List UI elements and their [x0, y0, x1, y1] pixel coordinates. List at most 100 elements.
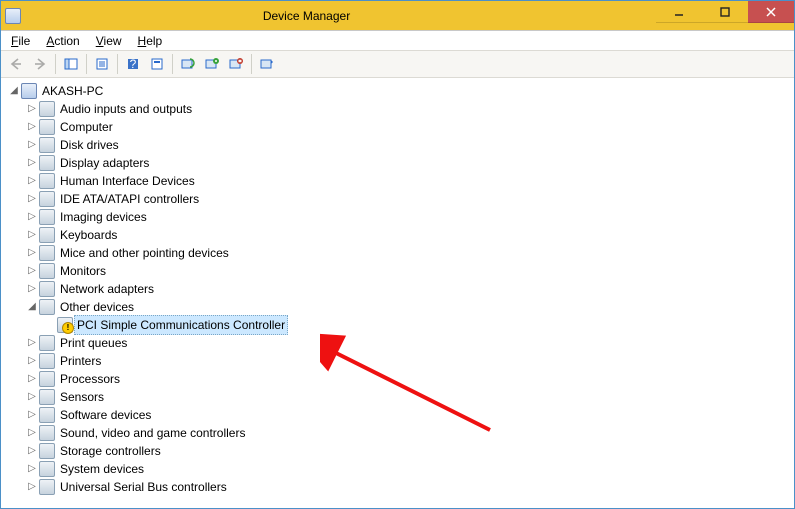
tree-category[interactable]: ▷ Disk drives [3, 136, 792, 154]
tree-category[interactable]: ▷ Audio inputs and outputs [3, 100, 792, 118]
nav-back-button[interactable] [5, 53, 27, 75]
expand-arrow-icon[interactable]: ▷ [25, 352, 39, 370]
tree-category[interactable]: ▷Keyboards [3, 226, 792, 244]
expand-arrow-icon[interactable]: ▷ [25, 136, 39, 154]
properties-alt-button[interactable] [146, 53, 168, 75]
computer-icon [21, 83, 37, 99]
expand-arrow-icon[interactable]: ▷ [25, 424, 39, 442]
tree-category[interactable]: ▷Universal Serial Bus controllers [3, 478, 792, 496]
expand-arrow-icon[interactable]: ▷ [25, 406, 39, 424]
category-icon [39, 281, 55, 297]
category-icon [39, 335, 55, 351]
tree-category[interactable]: ▷ Storage controllers [3, 442, 792, 460]
expand-arrow-icon[interactable]: ▷ [25, 118, 39, 136]
tree-category[interactable]: ▷ Print queues [3, 334, 792, 352]
toolbar-separator [251, 54, 252, 74]
collapse-arrow-icon[interactable]: ◢ [7, 82, 21, 100]
close-button[interactable] [748, 1, 794, 23]
tree-category[interactable]: ▷ Monitors [3, 262, 792, 280]
category-label: Storage controllers [59, 442, 162, 460]
category-label: Audio inputs and outputs [59, 100, 193, 118]
category-label: Processors [59, 370, 121, 388]
tree-category[interactable]: ▷Sound, video and game controllers [3, 424, 792, 442]
category-label: Imaging devices [59, 208, 148, 226]
category-icon [39, 263, 55, 279]
tree-category[interactable]: ▷Sensors [3, 388, 792, 406]
nav-forward-button[interactable] [29, 53, 51, 75]
category-icon [39, 443, 55, 459]
expand-arrow-icon[interactable]: ▷ [25, 370, 39, 388]
tree-category[interactable]: ▷ Processors [3, 370, 792, 388]
menubar: File Action View Help [1, 30, 794, 50]
expand-arrow-icon[interactable]: ▷ [25, 262, 39, 280]
tree-category[interactable]: ▷ Human Interface Devices [3, 172, 792, 190]
root-label: AKASH-PC [41, 82, 104, 100]
expand-arrow-icon[interactable]: ▷ [25, 190, 39, 208]
device-icon-warning [57, 317, 73, 333]
category-label: Human Interface Devices [59, 172, 196, 190]
update-driver-button[interactable] [201, 53, 223, 75]
category-icon [39, 155, 55, 171]
tree-category[interactable]: ▷Network adapters [3, 280, 792, 298]
tree-category[interactable]: ▷ Imaging devices [3, 208, 792, 226]
tree-category[interactable]: ▷System devices [3, 460, 792, 478]
category-label: Mice and other pointing devices [59, 244, 230, 262]
expand-arrow-icon[interactable]: ▷ [25, 244, 39, 262]
category-icon [39, 407, 55, 423]
tree-category[interactable]: ▷ Mice and other pointing devices [3, 244, 792, 262]
category-icon [39, 173, 55, 189]
category-icon [39, 137, 55, 153]
category-label: Print queues [59, 334, 128, 352]
minimize-button[interactable] [656, 1, 702, 23]
show-hide-tree-button[interactable] [60, 53, 82, 75]
expand-arrow-icon[interactable]: ▷ [25, 388, 39, 406]
maximize-button[interactable] [702, 1, 748, 23]
tree-root[interactable]: ◢ AKASH-PC [3, 82, 792, 100]
expand-arrow-icon[interactable]: ▷ [25, 334, 39, 352]
tree-device[interactable]: ▷PCI Simple Communications Controller [3, 316, 792, 334]
tree-category[interactable]: ▷ Software devices [3, 406, 792, 424]
category-icon [39, 299, 55, 315]
help-button[interactable]: ? [122, 53, 144, 75]
category-icon [39, 191, 55, 207]
menu-file[interactable]: File [7, 32, 34, 50]
category-label: Display adapters [59, 154, 150, 172]
category-icon [39, 245, 55, 261]
category-icon [39, 479, 55, 495]
tree-category[interactable]: ▷Printers [3, 352, 792, 370]
menu-action[interactable]: Action [42, 32, 83, 50]
category-icon [39, 461, 55, 477]
category-icon [39, 389, 55, 405]
expand-arrow-icon[interactable]: ▷ [25, 154, 39, 172]
properties-button[interactable] [91, 53, 113, 75]
device-label: PCI Simple Communications Controller [74, 315, 288, 335]
expand-arrow-icon[interactable]: ▷ [25, 280, 39, 298]
expand-arrow-icon[interactable]: ▷ [25, 478, 39, 496]
category-icon [39, 425, 55, 441]
app-icon [5, 8, 21, 24]
category-label: Monitors [59, 262, 107, 280]
tree-category[interactable]: ▷IDE ATA/ATAPI controllers [3, 190, 792, 208]
expand-arrow-icon[interactable]: ▷ [25, 208, 39, 226]
uninstall-button[interactable] [225, 53, 247, 75]
menu-help[interactable]: Help [134, 32, 167, 50]
expand-arrow-icon[interactable]: ▷ [25, 460, 39, 478]
expand-arrow-icon[interactable]: ▷ [25, 442, 39, 460]
tree-category[interactable]: ▷Computer [3, 118, 792, 136]
category-label: Software devices [59, 406, 152, 424]
expand-arrow-icon[interactable]: ▷ [25, 172, 39, 190]
toolbar: ? [1, 50, 794, 78]
disable-button[interactable] [256, 53, 278, 75]
menu-view[interactable]: View [92, 32, 126, 50]
titlebar[interactable]: Device Manager [1, 1, 794, 30]
category-icon [39, 119, 55, 135]
category-label: Disk drives [59, 136, 120, 154]
device-tree[interactable]: ◢ AKASH-PC ▷ Audio inputs and outputs▷Com… [1, 78, 794, 508]
collapse-arrow-icon[interactable]: ◢ [25, 298, 39, 316]
expand-arrow-icon[interactable]: ▷ [25, 226, 39, 244]
expand-arrow-icon[interactable]: ▷ [25, 100, 39, 118]
tree-category[interactable]: ◢Other devices [3, 298, 792, 316]
scan-hardware-button[interactable] [177, 53, 199, 75]
tree-category[interactable]: ▷ Display adapters [3, 154, 792, 172]
category-icon [39, 209, 55, 225]
